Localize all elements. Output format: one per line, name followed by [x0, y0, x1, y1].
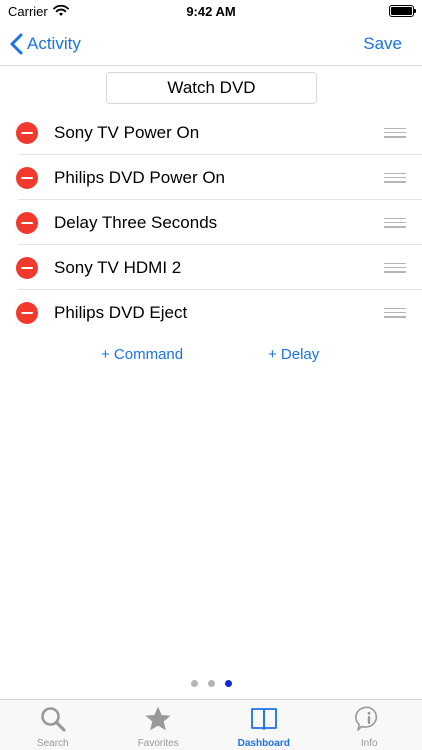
tab-info[interactable]: Info	[317, 700, 422, 750]
delete-button[interactable]	[16, 211, 38, 234]
star-icon	[145, 706, 171, 731]
page-dot-current	[224, 680, 232, 687]
save-button[interactable]: Save	[363, 34, 412, 54]
reorder-handle-icon[interactable]	[384, 172, 406, 183]
tab-bar: Search Favorites Dashboard Info	[0, 699, 422, 750]
command-label: Philips DVD Eject	[54, 302, 188, 322]
tab-search[interactable]: Search	[0, 700, 106, 750]
add-delay-button[interactable]: + Delay	[268, 346, 319, 363]
delete-button[interactable]	[16, 121, 38, 144]
nav-bar: Activity Save	[0, 22, 422, 66]
minus-icon	[21, 131, 33, 134]
tab-favorites[interactable]: Favorites	[106, 700, 212, 750]
add-command-button[interactable]: + Command	[101, 346, 183, 363]
minus-icon	[21, 311, 33, 314]
chevron-left-icon	[10, 33, 23, 54]
wifi-icon	[52, 5, 69, 16]
command-row: Sony TV HDMI 2	[0, 245, 422, 290]
battery-icon	[389, 5, 416, 17]
command-row: Sony TV Power On	[0, 110, 422, 155]
delete-button[interactable]	[16, 166, 38, 189]
command-label: Philips DVD Power On	[54, 167, 226, 187]
minus-icon	[21, 266, 33, 269]
command-label: Sony TV HDMI 2	[54, 257, 182, 277]
page-dot	[190, 680, 198, 687]
carrier-label: Carrier	[8, 3, 48, 19]
search-icon	[40, 707, 66, 732]
tab-label: Dashboard	[237, 738, 290, 749]
reorder-handle-icon[interactable]	[384, 217, 406, 228]
command-label: Sony TV Power On	[54, 122, 200, 142]
info-icon	[355, 706, 378, 731]
minus-icon	[21, 176, 33, 179]
back-label: Activity	[27, 33, 81, 53]
reorder-handle-icon[interactable]	[384, 262, 406, 273]
status-bar: Carrier 9:42 AM	[0, 0, 422, 22]
reorder-handle-icon[interactable]	[384, 127, 406, 138]
command-list: Sony TV Power On Philips DVD Power On De…	[0, 110, 422, 335]
activity-title-field[interactable]: Watch DVD	[106, 72, 317, 104]
command-row: Philips DVD Eject	[0, 290, 422, 335]
tab-label: Search	[36, 738, 69, 749]
command-label: Delay Three Seconds	[54, 212, 218, 232]
minus-icon	[21, 221, 33, 224]
tab-label: Info	[360, 738, 378, 749]
back-button[interactable]: Activity	[10, 33, 81, 55]
delete-button[interactable]	[16, 256, 38, 279]
status-left: Carrier	[8, 4, 69, 19]
delete-button[interactable]	[16, 301, 38, 324]
book-icon	[250, 708, 277, 730]
tab-dashboard[interactable]: Dashboard	[211, 700, 317, 750]
reorder-handle-icon[interactable]	[384, 307, 406, 318]
page-dot	[207, 680, 215, 687]
battery-fill	[391, 7, 412, 15]
tab-label: Favorites	[137, 738, 179, 749]
command-row: Delay Three Seconds	[0, 200, 422, 245]
add-actions: + Command + Delay	[0, 346, 422, 368]
page-indicator[interactable]	[0, 680, 422, 687]
command-row: Philips DVD Power On	[0, 155, 422, 200]
